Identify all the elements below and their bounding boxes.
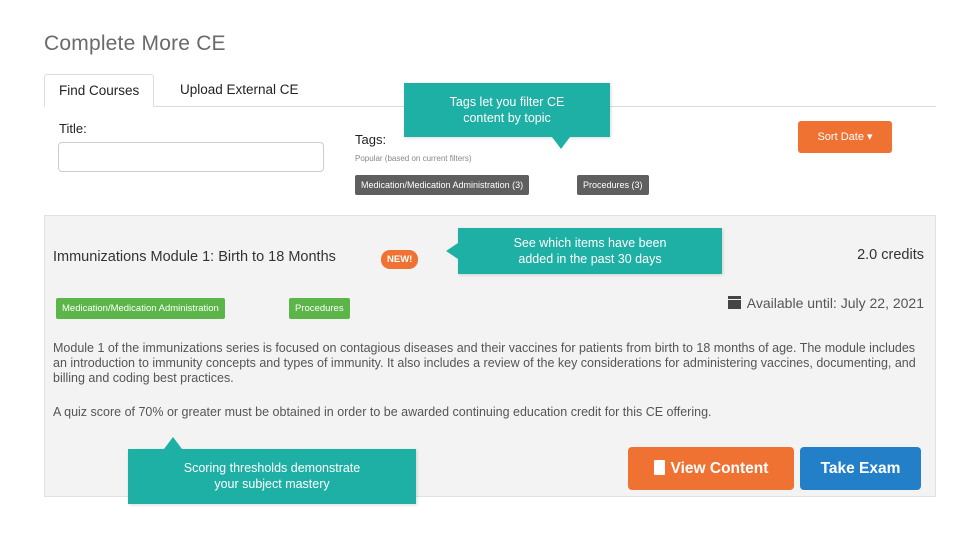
title-label: Title:: [59, 121, 87, 136]
new-badge: NEW!: [381, 250, 419, 269]
score-tooltip-line-2: your subject mastery: [214, 477, 330, 491]
tag-filter-medication[interactable]: Medication/Medication Administration (3): [355, 175, 530, 195]
tab-find-courses[interactable]: Find Courses: [44, 74, 155, 107]
score-tooltip-line-1: Scoring thresholds demonstrate: [183, 461, 361, 475]
take-exam-button[interactable]: Take Exam: [800, 447, 921, 490]
tags-hint: Popular (based on current filters): [355, 154, 472, 163]
tags-tooltip-line-2: content by topic: [463, 111, 551, 125]
document-icon: [653, 460, 665, 475]
sort-date-button[interactable]: Sort Date ▾: [798, 121, 892, 153]
new-tooltip-line-2: added in the past 30 days: [518, 252, 662, 266]
tags-tooltip: Tags let you filter CE content by topic: [404, 83, 610, 149]
calendar-icon: [727, 296, 741, 309]
category-chip-medication[interactable]: Medication/Medication Administration: [56, 298, 225, 319]
view-content-button[interactable]: View Content: [628, 447, 794, 490]
new-items-tooltip: See which items have been added in the p…: [446, 228, 722, 274]
availability: Available until: July 22, 2021: [727, 295, 924, 311]
tags-tooltip-line-1: Tags let you filter CE: [449, 95, 565, 109]
page-title: Complete More CE: [44, 32, 226, 55]
course-description: Module 1 of the immunizations series is …: [53, 341, 916, 385]
tags-label: Tags:: [355, 132, 387, 147]
course-title[interactable]: Immunizations Module 1: Birth to 18 Mont…: [53, 249, 336, 265]
view-content-label: View Content: [670, 460, 769, 477]
title-input[interactable]: [58, 142, 324, 172]
tab-upload-external-ce[interactable]: Upload External CE: [166, 74, 313, 105]
score-tooltip: Scoring thresholds demonstrate your subj…: [128, 437, 416, 504]
quiz-requirement: A quiz score of 70% or greater must be o…: [53, 405, 712, 419]
availability-text: Available until: July 22, 2021: [746, 295, 924, 311]
new-tooltip-line-1: See which items have been: [513, 236, 667, 250]
category-chip-procedures[interactable]: Procedures: [289, 298, 350, 319]
tag-filter-procedures[interactable]: Procedures (3): [577, 175, 649, 195]
course-credits: 2.0 credits: [857, 247, 924, 263]
